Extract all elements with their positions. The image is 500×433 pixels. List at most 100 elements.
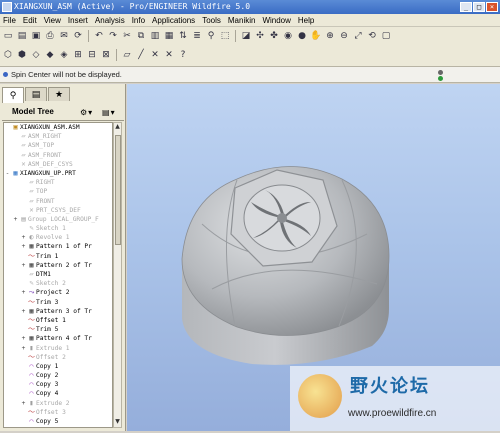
- tree-item[interactable]: + ▦ Pattern 4 of Tr: [4, 334, 112, 343]
- menu-help[interactable]: Help: [298, 16, 314, 25]
- select-box-icon[interactable]: ⬚: [219, 30, 231, 42]
- expand-toggle-icon[interactable]: +: [20, 334, 27, 343]
- expand-toggle-icon[interactable]: -: [4, 169, 11, 178]
- save-icon[interactable]: ▣: [30, 30, 42, 42]
- tree-item[interactable]: 〜Offset 2: [4, 353, 112, 362]
- expand-toggle-icon[interactable]: +: [20, 399, 27, 408]
- planes-toggle-icon[interactable]: ⊞: [72, 49, 84, 61]
- tree-item[interactable]: + ▮ Extrude 2: [4, 399, 112, 408]
- display-style-icon[interactable]: ◉: [282, 30, 294, 42]
- tree-item[interactable]: 〜Trim 3: [4, 298, 112, 307]
- expand-toggle-icon[interactable]: +: [12, 215, 19, 224]
- wireframe-icon[interactable]: ⬡: [2, 49, 14, 61]
- maximize-button[interactable]: □: [473, 2, 485, 12]
- tree-item[interactable]: ✕ ASM_DEF_CSYS: [4, 160, 112, 169]
- tree-item[interactable]: + ⤳ Project 2: [4, 288, 112, 297]
- close-button[interactable]: ×: [486, 2, 498, 12]
- menu-edit[interactable]: Edit: [23, 16, 37, 25]
- minimize-button[interactable]: _: [460, 2, 472, 12]
- tree-item[interactable]: ⌒ Copy 3: [4, 380, 112, 389]
- context-help-icon[interactable]: ?: [177, 49, 189, 61]
- undo-icon[interactable]: ↶: [93, 30, 105, 42]
- expand-toggle-icon[interactable]: +: [20, 288, 27, 297]
- scroll-down-icon[interactable]: ▼: [114, 418, 121, 427]
- tree-settings-button[interactable]: ▤ ▾: [102, 106, 115, 118]
- expand-toggle-icon[interactable]: +: [20, 307, 27, 316]
- repaint-icon[interactable]: ◪: [240, 30, 252, 42]
- expand-toggle-icon[interactable]: +: [20, 261, 27, 270]
- tree-item[interactable]: - ▦ XIANGXUN_UP.PRT: [4, 169, 112, 178]
- menu-tools[interactable]: Tools: [202, 16, 221, 25]
- saved-views-icon[interactable]: ▢: [380, 30, 392, 42]
- tree-item[interactable]: 〜Trim 5: [4, 325, 112, 334]
- tree-item[interactable]: ▱ FRONT: [4, 197, 112, 206]
- tree-item[interactable]: ▱ ASM_RIGHT: [4, 132, 112, 141]
- points-toggle-icon[interactable]: ⊠: [100, 49, 112, 61]
- cut-icon[interactable]: ✂: [121, 30, 133, 42]
- datum-planes-icon[interactable]: ▱: [121, 49, 133, 61]
- tree-item[interactable]: + ▮ Extrude 1: [4, 344, 112, 353]
- tree-item[interactable]: ✎ Sketch 2: [4, 279, 112, 288]
- zoom-out-icon[interactable]: ⊖: [338, 30, 350, 42]
- tree-item[interactable]: ✎ Sketch 1: [4, 224, 112, 233]
- paste-icon[interactable]: ▥: [149, 30, 161, 42]
- tree-item[interactable]: 〜Offset 3: [4, 408, 112, 417]
- scroll-up-icon[interactable]: ▲: [114, 123, 121, 132]
- zoom-in-icon[interactable]: ⊕: [324, 30, 336, 42]
- redo-icon[interactable]: ↷: [107, 30, 119, 42]
- tree-item[interactable]: ▱ RIGHT: [4, 178, 112, 187]
- regenerate-icon[interactable]: ⟳: [72, 30, 84, 42]
- tree-item[interactable]: ▱ DTM1: [4, 270, 112, 279]
- scrollbar-thumb[interactable]: [115, 135, 121, 245]
- tree-item[interactable]: ⌒ Copy 1: [4, 362, 112, 371]
- tree-item[interactable]: ✕ PRT_CSYS_DEF: [4, 206, 112, 215]
- tree-item[interactable]: ▱ ASM_FRONT: [4, 151, 112, 160]
- tree-item[interactable]: + ▦ Pattern 1 of Pr: [4, 242, 112, 251]
- new-icon[interactable]: ▭: [2, 30, 14, 42]
- tree-filters-button[interactable]: ⚙ ▾: [80, 106, 92, 118]
- tree-item[interactable]: + ◐ Revolve 1: [4, 233, 112, 242]
- menu-file[interactable]: File: [3, 16, 16, 25]
- menu-applications[interactable]: Applications: [152, 16, 195, 25]
- tree-item[interactable]: 〜Offset 1: [4, 316, 112, 325]
- menu-manikin[interactable]: Manikin: [228, 16, 256, 25]
- menu-view[interactable]: View: [44, 16, 61, 25]
- tab-folder-browser[interactable]: ▤: [25, 87, 47, 101]
- copy-icon[interactable]: ⧉: [135, 30, 147, 42]
- tree-scrollbar[interactable]: ▲ ▼: [113, 122, 122, 428]
- tree-item[interactable]: ▱ TOP: [4, 187, 112, 196]
- datum-axis-icon[interactable]: ╱: [135, 49, 147, 61]
- tree-item[interactable]: ⌒ Copy 2: [4, 371, 112, 380]
- reorient-icon[interactable]: ⟲: [366, 30, 378, 42]
- expand-toggle-icon[interactable]: +: [20, 233, 27, 242]
- expand-toggle-icon[interactable]: +: [20, 344, 27, 353]
- tab-model-tree[interactable]: ⚲: [2, 87, 24, 103]
- tree-item[interactable]: ▱ ASM_TOP: [4, 141, 112, 150]
- shaded-icon[interactable]: ◆: [44, 49, 56, 61]
- email-icon[interactable]: ✉: [58, 30, 70, 42]
- axes-toggle-icon[interactable]: ⊟: [86, 49, 98, 61]
- regen-manager-icon[interactable]: ≣: [191, 30, 203, 42]
- find-icon[interactable]: ⚲: [205, 30, 217, 42]
- datum-point-icon[interactable]: ✕: [149, 49, 161, 61]
- refit-icon[interactable]: ⤢: [352, 30, 364, 42]
- tree-item[interactable]: ▣ XIANGXUN_ASM.ASM: [4, 123, 112, 132]
- tree-item[interactable]: + ▦ Pattern 2 of Tr: [4, 261, 112, 270]
- csys-icon[interactable]: ✕: [163, 49, 175, 61]
- menu-insert[interactable]: Insert: [68, 16, 88, 25]
- hidden-line-icon[interactable]: ⬢: [16, 49, 28, 61]
- open-icon[interactable]: ▤: [16, 30, 28, 42]
- orient-mode-icon[interactable]: ✤: [268, 30, 280, 42]
- tree-item[interactable]: + ▤ Group LOCAL_GROUP_F: [4, 215, 112, 224]
- shading-icon[interactable]: ●: [296, 30, 308, 42]
- regen-model-icon[interactable]: ⇅: [177, 30, 189, 42]
- tree-item[interactable]: ⌒ Copy 5: [4, 417, 112, 426]
- tree-item[interactable]: ⌒ Copy 4: [4, 389, 112, 398]
- menu-analysis[interactable]: Analysis: [95, 16, 125, 25]
- tree-item[interactable]: + ▦ Pattern 3 of Tr: [4, 307, 112, 316]
- tree-item[interactable]: 〜Trim 1: [4, 252, 112, 261]
- enhanced-realism-icon[interactable]: ◈: [58, 49, 70, 61]
- spin-center-icon[interactable]: ✣: [254, 30, 266, 42]
- expand-toggle-icon[interactable]: +: [20, 242, 27, 251]
- no-hidden-icon[interactable]: ◇: [30, 49, 42, 61]
